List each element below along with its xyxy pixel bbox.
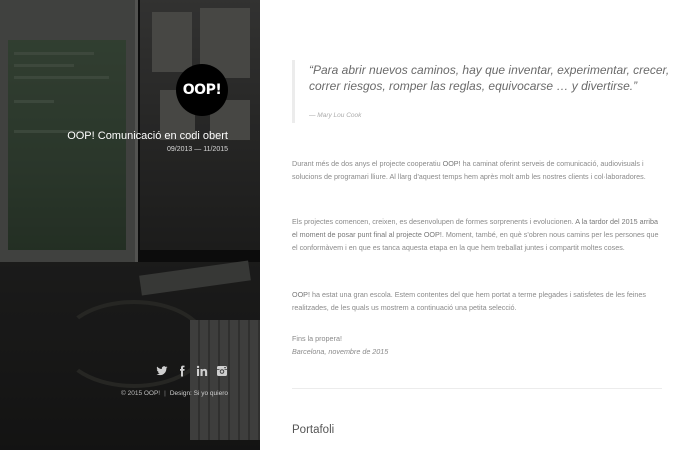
intro-paragraph-2: Els projectes comencen, creixen, es dese… [292,217,659,252]
site-dates: 09/2013 — 11/2015 [167,146,228,153]
quote-block: “Para abrir nuevos caminos, hay que inve… [292,60,677,123]
intro-paragraph-1: Durant més de dos anys el projecte coope… [292,159,646,181]
quote-author: — Mary Lou Cook [309,112,362,119]
copyright-text: © 2015 OOP! [121,390,161,397]
hero-sidebar: OOP! OOP! Comunicació en codi obert 09/2… [0,0,260,450]
dark-overlay [0,0,260,450]
intro-paragraph-3: OOP! ha estat una gran escola. Estem con… [292,290,646,312]
oop-highlight: OOP! [442,159,461,168]
linkedin-icon[interactable] [196,365,208,377]
section-divider [292,388,662,389]
site-title: OOP! Comunicació en codi obert [67,130,228,142]
sidebar-footer: © 2015 OOP! | Design: Si yo quiero [121,390,228,397]
main-content: “Para abrir nuevos caminos, hay que inve… [260,0,700,450]
quote-text: “Para abrir nuevos caminos, hay que inve… [309,63,670,93]
signature: Fins la propera! Barcelona, novembre de … [292,332,388,358]
footer-separator: | [164,390,166,397]
portfolio-heading: Portafoli [292,424,335,436]
facebook-icon[interactable] [176,365,188,377]
logo-text: OOP! [182,82,222,98]
oop-highlight-2: OOP! [292,290,310,299]
social-links [156,365,228,377]
sign-greeting: Fins la propera! [292,334,342,343]
oop-logo[interactable]: OOP! [176,64,228,116]
design-credit-link[interactable]: Design: Si yo quiero [170,390,228,397]
twitter-icon[interactable] [156,365,168,377]
sign-place: Barcelona, novembre de 2015 [292,347,389,356]
instagram-icon[interactable] [216,365,228,377]
